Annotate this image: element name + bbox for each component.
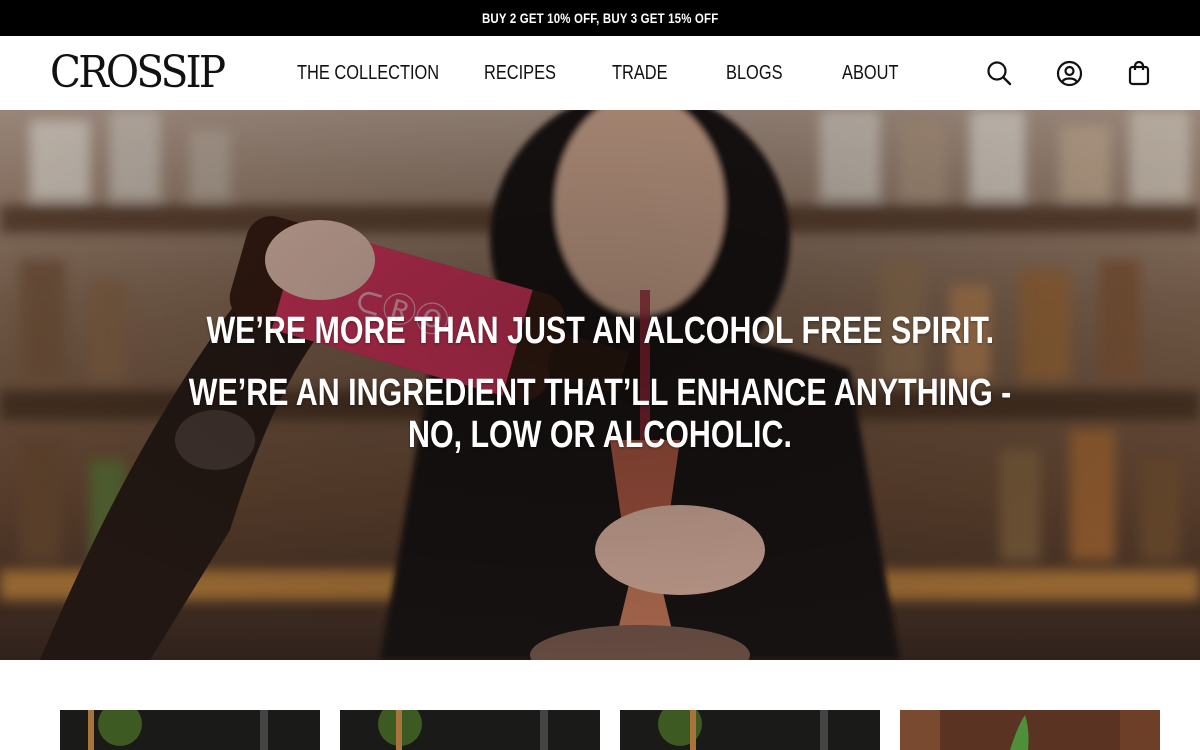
nav-item-recipes[interactable]: RECIPES (484, 36, 572, 110)
site-header: CROSSIP THE COLLECTION RECIPES TRADE BLO… (0, 36, 1200, 110)
product-tile-2[interactable] (340, 710, 600, 750)
hero-headline-line2: WE’RE AN INGREDIENT THAT’LL ENHANCE ANYT… (188, 372, 1012, 414)
hero-headline-line1: WE’RE MORE THAN JUST AN ALCOHOL FREE SPI… (206, 310, 994, 352)
search-icon[interactable] (985, 59, 1013, 87)
nav-item-the-collection[interactable]: THE COLLECTION (297, 36, 470, 110)
account-icon[interactable] (1055, 59, 1083, 87)
hero-banner: ⊂ⓇⓄ WE’RE MORE THAN JUST AN ALCOHOL FREE… (0, 110, 1200, 660)
product-tiles (0, 660, 1200, 750)
nav-item-about[interactable]: ABOUT (842, 36, 911, 110)
hero-headline-line3: NO, LOW OR ALCOHOLIC. (408, 414, 792, 456)
product-tile-image (620, 710, 880, 750)
cart-icon[interactable] (1125, 59, 1153, 87)
product-tile-3[interactable] (620, 710, 880, 750)
nav-item-blogs[interactable]: BLOGS (726, 36, 795, 110)
main-nav: THE COLLECTION RECIPES TRADE BLOGS ABOUT (0, 36, 1200, 110)
product-tile-1[interactable] (60, 710, 320, 750)
product-tile-image (60, 710, 320, 750)
nav-item-trade[interactable]: TRADE (612, 36, 680, 110)
product-tile-4[interactable] (900, 710, 1160, 750)
product-tile-image (340, 710, 600, 750)
announcement-text: BUY 2 GET 10% OFF, BUY 3 GET 15% OFF (481, 10, 719, 26)
product-tile-image (900, 710, 1160, 750)
announcement-bar: BUY 2 GET 10% OFF, BUY 3 GET 15% OFF (0, 0, 1200, 36)
